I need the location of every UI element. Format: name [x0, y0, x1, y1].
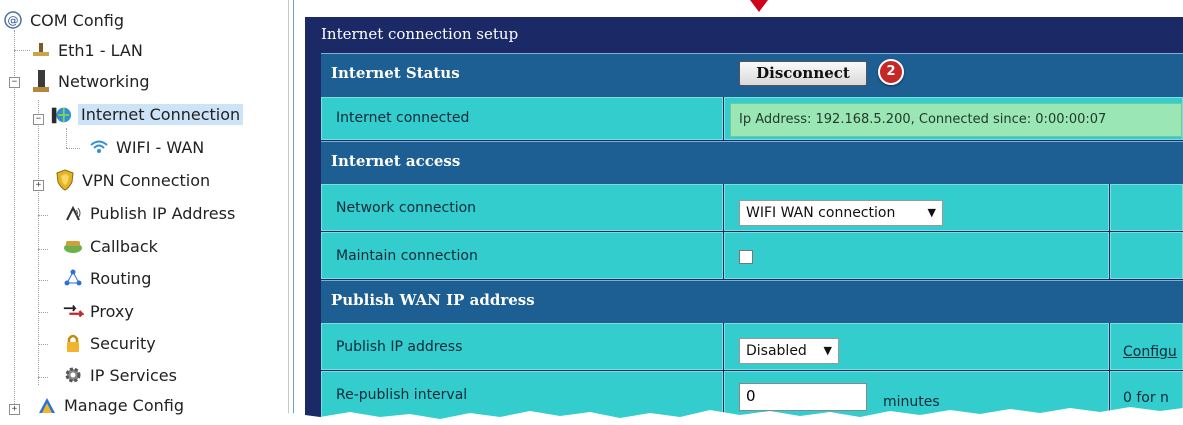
tree-item-networking[interactable]: Networking: [30, 70, 150, 92]
dropdown-arrow-icon: ▼: [823, 344, 832, 357]
tree-root[interactable]: @ COM Config: [2, 10, 124, 30]
collapse-toggle[interactable]: −: [33, 114, 44, 125]
routing-icon: [62, 268, 84, 288]
network-plug-icon: [30, 40, 52, 60]
tree-item-publish-ip-address[interactable]: Publish IP Address: [62, 203, 235, 223]
internet-connection-panel: Internet connection setup Internet Statu…: [305, 17, 1183, 425]
disconnect-button[interactable]: Disconnect: [739, 61, 867, 86]
tree-item-eth1-lan[interactable]: Eth1 - LAN: [30, 40, 143, 60]
internet-access-heading: Internet access: [331, 152, 461, 170]
networking-icon: [30, 70, 52, 92]
tree-item-vpn-connection[interactable]: VPN Connection: [54, 169, 211, 191]
publish-ip-icon: [62, 203, 84, 223]
tree-item-security[interactable]: Security: [62, 333, 156, 353]
label-cell: Internet connected: [321, 97, 723, 140]
tree-root-label: COM Config: [30, 10, 124, 30]
extra-cell: [1110, 232, 1183, 279]
publish-wan-ip-heading: Publish WAN IP address: [331, 291, 535, 309]
tree-item-label: IP Services: [90, 365, 177, 385]
tree-line: [38, 100, 39, 385]
network-connection-select[interactable]: WIFI WAN connection ▼: [739, 200, 943, 226]
tree-item-label: Eth1 - LAN: [58, 40, 143, 60]
tree-item-label: Publish IP Address: [90, 203, 236, 223]
configure-link[interactable]: Configu: [1123, 344, 1177, 360]
panel-title: Internet connection setup: [321, 25, 519, 43]
maintain-connection-checkbox[interactable]: [739, 250, 753, 264]
tree-line: [14, 50, 30, 51]
tree-line: [38, 249, 48, 250]
svg-text:@: @: [8, 14, 19, 27]
value-cell: [724, 232, 1109, 279]
proxy-icon: [62, 301, 84, 321]
network-connection-label: Network connection: [336, 200, 477, 216]
publish-wan-ip-section: Publish WAN IP address: [321, 280, 1183, 323]
tree-line: [38, 377, 48, 378]
network-connection-value: WIFI WAN connection: [746, 205, 896, 221]
tree-item-label: Networking: [58, 71, 150, 91]
tree-item-label: Security: [90, 333, 156, 353]
tree-line: [38, 280, 48, 281]
tree-item-label: Callback: [90, 236, 158, 256]
callback-icon: [62, 236, 84, 256]
splitter-edge: [293, 0, 294, 425]
vpn-shield-icon: [54, 169, 76, 191]
tree-line: [38, 215, 48, 216]
maintain-connection-label: Maintain connection: [336, 248, 478, 264]
tree-item-ip-services[interactable]: IP Services: [62, 365, 177, 385]
config-tree: @ COM Config Eth1 - LAN − Networking − I…: [0, 0, 288, 425]
dropdown-arrow-icon: ▼: [927, 206, 936, 219]
tree-item-label: VPN Connection: [82, 170, 211, 190]
expand-toggle[interactable]: +: [33, 180, 44, 191]
tree-line: [66, 128, 67, 148]
collapse-toggle[interactable]: −: [9, 77, 20, 88]
tree-line: [38, 312, 48, 313]
label-cell: Network connection: [321, 184, 723, 231]
publish-ip-label: Publish IP address: [336, 339, 463, 355]
callout-badge: 2: [878, 59, 904, 85]
ip-address-status: Ip Address: 192.168.5.200, Connected sin…: [730, 103, 1182, 137]
gear-icon: [62, 365, 84, 385]
publish-ip-select[interactable]: Disabled ▼: [739, 338, 839, 364]
tree-item-callback[interactable]: Callback: [62, 236, 158, 256]
internet-status-label: Internet Status: [331, 64, 460, 82]
tree-item-wifi-wan[interactable]: WIFI - WAN: [88, 137, 204, 157]
label-cell: Maintain connection: [321, 232, 723, 279]
internet-connected-label: Internet connected: [336, 110, 470, 126]
tree-item-routing[interactable]: Routing: [62, 268, 151, 288]
splitter[interactable]: [288, 0, 289, 425]
tree-line: [66, 148, 80, 149]
torn-edge: [0, 407, 1183, 425]
label-cell: Publish IP address: [321, 323, 723, 370]
publish-ip-value: Disabled: [746, 343, 807, 359]
extra-cell: [1110, 184, 1183, 231]
tree-item-proxy[interactable]: Proxy: [62, 301, 134, 321]
tree-item-label: Routing: [90, 268, 152, 288]
tree-item-label: WIFI - WAN: [116, 137, 205, 157]
tree-line: [38, 344, 48, 345]
com-config-icon: @: [2, 10, 24, 30]
lock-icon: [62, 333, 84, 353]
tree-item-internet-connection[interactable]: Internet Connection: [50, 104, 244, 125]
wifi-icon: [88, 137, 110, 157]
tree-item-label: Proxy: [90, 301, 134, 321]
pointer-arrow-icon: [750, 0, 768, 12]
tree-item-label: Internet Connection: [78, 104, 244, 125]
internet-connection-icon: [50, 105, 72, 125]
internet-access-section: Internet access: [321, 141, 1183, 184]
